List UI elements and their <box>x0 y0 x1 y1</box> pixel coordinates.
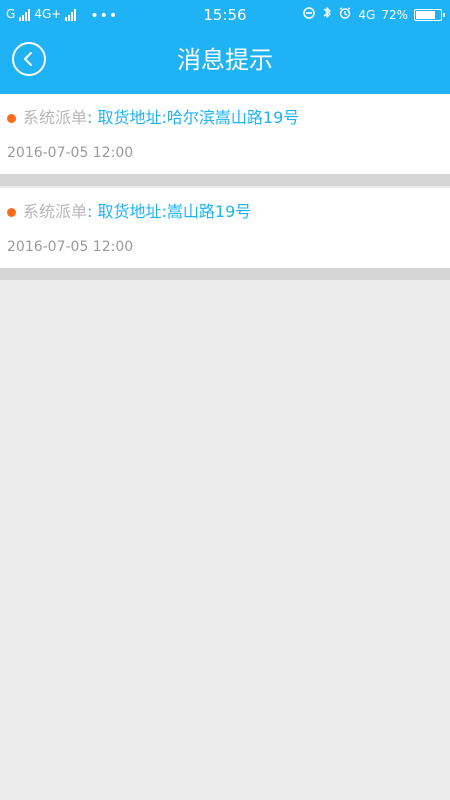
battery-level <box>416 11 435 19</box>
message-item[interactable]: 系统派单 : 取货地址:嵩山路19号 2016-07-05 12:00 <box>0 188 450 280</box>
message-line: 系统派单 : 取货地址:嵩山路19号 <box>7 200 251 224</box>
message-address: : 取货地址:嵩山路19号 <box>87 202 252 221</box>
message-category: 系统派单 <box>23 108 88 127</box>
message-category: 系统派单 <box>23 202 88 221</box>
message-list: 系统派单 : 取货地址:哈尔滨嵩山路19号 2016-07-05 12:00 系… <box>0 94 450 280</box>
battery-icon <box>414 9 445 21</box>
message-address: : 取货地址:哈尔滨嵩山路19号 <box>87 108 300 127</box>
message-timestamp: 2016-07-05 12:00 <box>7 239 134 255</box>
unread-dot <box>7 113 16 123</box>
message-timestamp: 2016-07-05 12:00 <box>7 145 134 161</box>
network-right-label: 4G <box>358 8 376 22</box>
page-title: 消息提示 <box>177 46 273 74</box>
unread-dot <box>7 207 16 217</box>
message-item[interactable]: 系统派单 : 取货地址:哈尔滨嵩山路19号 2016-07-05 12:00 <box>0 94 450 186</box>
bluetooth-icon <box>322 6 332 24</box>
message-line: 系统派单 : 取货地址:哈尔滨嵩山路19号 <box>7 106 299 130</box>
battery-percent: 72% <box>381 8 408 22</box>
status-bar: G 4G+ ••• 15:56 4G 72% <box>0 0 450 30</box>
status-bar-right: 4G 72% <box>302 6 445 24</box>
app-header: G 4G+ ••• 15:56 4G 72% 消息提示 <box>0 0 450 94</box>
alarm-icon <box>338 6 352 24</box>
rotation-lock-icon <box>302 6 316 24</box>
